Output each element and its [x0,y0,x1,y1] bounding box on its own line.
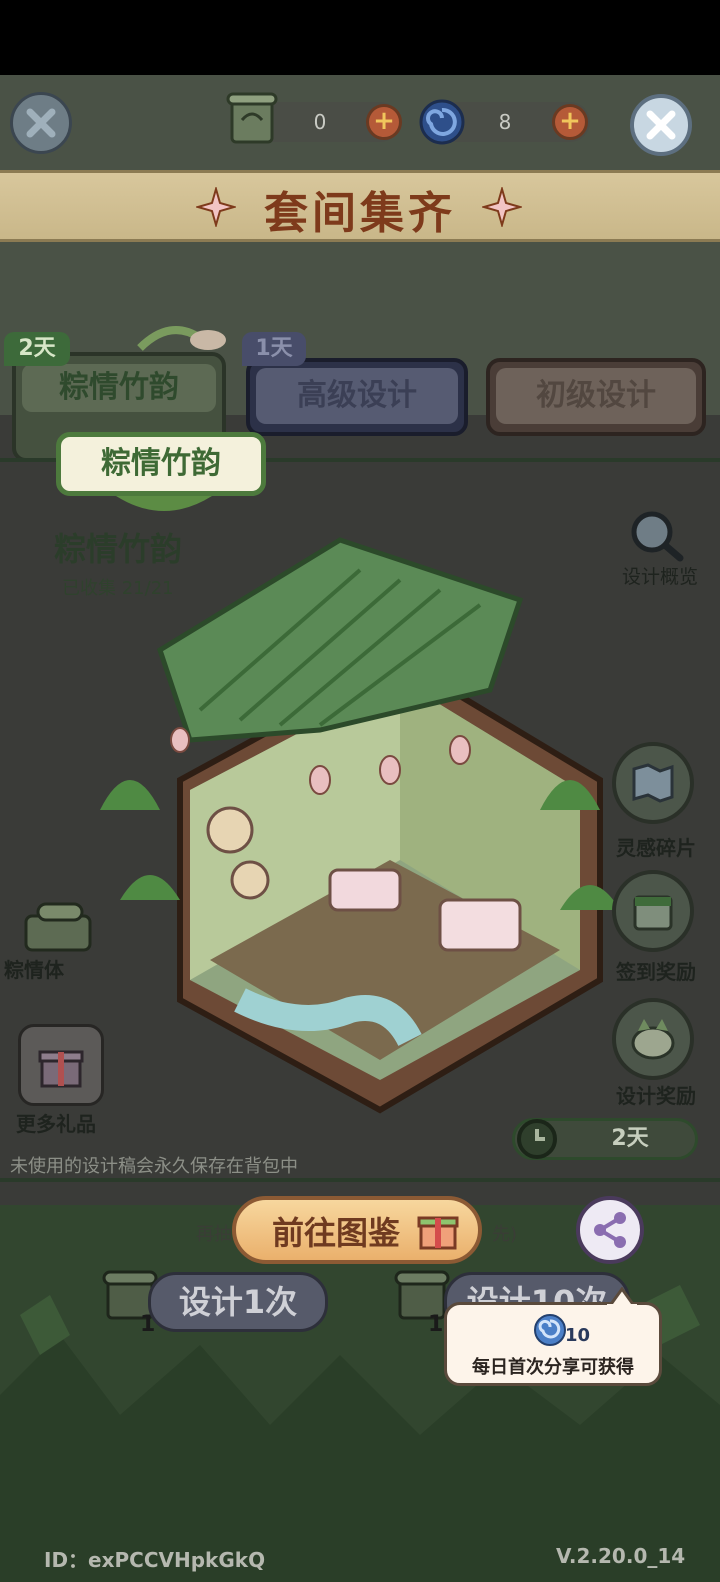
hint-text-left: 再抽 [196,1224,232,1245]
player-id: ID：exPCCVHpkGkQ [44,1548,266,1572]
timer-value: 2天 [611,1126,649,1151]
scroll-currency-value: 0 [313,110,327,134]
close-icon [646,110,676,140]
bottom-divider [0,1178,720,1182]
design-once-label: 设计1次 [178,1283,298,1321]
blue-swirl-icon [534,1314,566,1346]
sparkle-right-icon [482,187,522,227]
left-close-button[interactable] [10,92,72,154]
design-reward-button[interactable] [612,998,694,1080]
design-ten-cost: 1 [428,1312,444,1337]
cat-dumpling-icon [631,1019,675,1060]
tab-advanced-design[interactable]: 高级设计 [246,358,468,436]
tooltip-amount: 10 [565,1325,591,1346]
add-scroll-button[interactable]: + [366,104,402,140]
bamboo-house-illustration [100,537,620,1114]
more-gifts-button[interactable] [18,1024,104,1106]
gift-icon [417,1216,459,1250]
version-text: V.2.20.0_14 [556,1544,686,1568]
countdown-timer: 2天 [512,1118,698,1160]
scroll-icon [226,92,278,144]
calendar-icon [633,895,673,931]
design-overview-label: 设计概览 [621,566,698,588]
sign-in-reward-label: 签到奖励 [616,960,696,984]
inspiration-fragments-button[interactable] [612,742,694,824]
tab-day-badge: 2天 [4,332,70,366]
gift-box-icon [38,1050,84,1088]
add-swirl-button[interactable]: + [552,104,588,140]
goto-collection-button[interactable]: 前往图鉴 [232,1196,482,1264]
magnifier-icon [631,511,684,562]
tooltip-text: 每日首次分享可获得 [472,1357,634,1378]
experience-label: 粽情体 [4,958,64,982]
share-tooltip: 10 每日首次分享可获得 [444,1287,662,1386]
clock-icon [517,1119,557,1159]
sign-in-reward-button[interactable] [612,870,694,952]
close-icon [26,108,56,138]
map-fragment-icon [632,763,674,803]
tab-basic-design[interactable]: 初级设计 [486,358,706,436]
goto-collection-label: 前往图鉴 [272,1214,401,1252]
right-close-button[interactable] [630,94,692,156]
tab-day-badge: 1天 [242,332,306,366]
completion-banner: 套间集齐 [0,170,720,242]
inspiration-fragments-label: 灵感碎片 [616,836,696,860]
design-reward-label: 设计奖励 [616,1084,696,1108]
scroll-bundle-icon [24,902,92,952]
blue-swirl-icon [419,99,465,145]
swirl-currency-value: 8 [498,110,512,134]
share-icon [594,1212,626,1248]
design-once-button[interactable]: 设计1次 [148,1272,328,1332]
tab-label: 高级设计 [256,368,458,424]
tab-label: 初级设计 [496,368,696,424]
hint-text-right: 先) [492,1224,518,1245]
bamboo-leaf-icon [137,326,226,351]
more-gifts-label: 更多礼品 [16,1112,96,1136]
tab-label: 粽情竹韵 [22,364,216,412]
storage-notice: 未使用的设计稿会永久保存在背包中 [10,1156,298,1177]
tooltip-pointer [607,1287,637,1307]
share-button[interactable] [576,1196,644,1264]
banner-title: 套间集齐 [264,188,456,239]
